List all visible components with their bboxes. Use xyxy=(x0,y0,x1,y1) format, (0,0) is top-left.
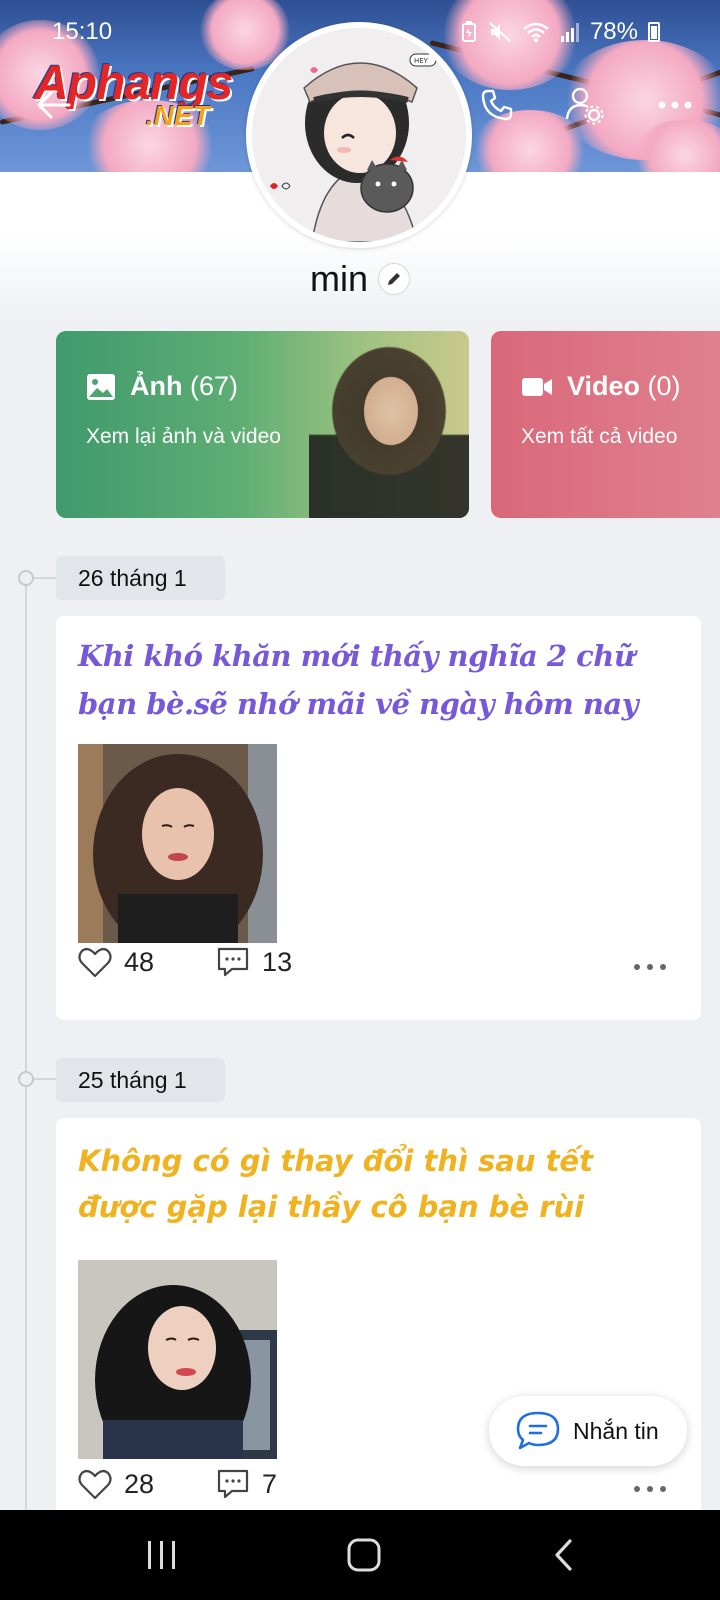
heart-icon xyxy=(78,947,112,978)
like-button[interactable]: 48 xyxy=(78,946,154,978)
comment-button[interactable]: 13 xyxy=(216,946,292,978)
recent-apps-button[interactable] xyxy=(132,1532,192,1578)
battery-saver-icon xyxy=(461,21,476,42)
recent-apps-icon xyxy=(148,1541,175,1569)
videos-label: Video xyxy=(567,371,641,401)
profile-avatar[interactable]: HEY xyxy=(246,22,472,248)
videos-subtitle: Xem tất cả video xyxy=(521,425,678,448)
wifi-icon xyxy=(523,22,549,42)
photos-label: Ảnh xyxy=(130,371,183,401)
back-button[interactable] xyxy=(30,82,76,128)
comment-button[interactable]: 7 xyxy=(216,1468,277,1500)
post-more-button[interactable] xyxy=(633,947,667,978)
post-more-button[interactable] xyxy=(633,1469,667,1500)
post-caption: Khi khó khăn mới thấy nghĩa 2 chữ bạn bè… xyxy=(78,639,639,721)
message-button[interactable]: Nhắn tin xyxy=(489,1396,687,1466)
more-dots-icon xyxy=(634,1485,666,1492)
chat-bubble-icon xyxy=(516,1411,560,1450)
battery-percent: 78% xyxy=(589,18,638,45)
user-settings-icon xyxy=(565,87,604,125)
avatar-illustration: HEY xyxy=(252,28,466,242)
battery-icon xyxy=(648,22,660,42)
timeline-dot xyxy=(18,570,34,586)
timeline-dot xyxy=(18,1071,34,1087)
post-photo[interactable] xyxy=(78,1260,277,1459)
status-time: 15:10 xyxy=(52,18,113,45)
post-date: 26 tháng 1 xyxy=(56,556,225,600)
post-actions: 48 13 xyxy=(78,942,679,982)
call-button[interactable] xyxy=(474,82,520,128)
post-card[interactable]: Khi khó khăn mới thấy nghĩa 2 chữ bạn bè… xyxy=(56,616,701,1020)
system-back-button[interactable] xyxy=(534,1532,594,1578)
profile-name-row: min xyxy=(0,258,720,300)
like-count: 48 xyxy=(124,946,155,977)
watermark-line2: .NET xyxy=(146,100,210,131)
photos-card[interactable]: Ảnh (67) Xem lại ảnh và video xyxy=(56,331,469,518)
home-icon xyxy=(347,1538,381,1572)
profile-name: min xyxy=(309,258,368,299)
like-button[interactable]: 28 xyxy=(78,1468,154,1500)
comment-icon xyxy=(217,947,249,977)
chevron-left-icon xyxy=(555,1539,572,1571)
video-camera-icon xyxy=(522,377,552,396)
videos-card[interactable]: Video (0) Xem tất cả video xyxy=(491,331,720,518)
comment-count: 7 xyxy=(262,1468,278,1499)
signal-icon xyxy=(560,23,579,42)
profile-settings-button[interactable] xyxy=(562,82,608,128)
timeline-connector xyxy=(34,1078,56,1080)
comment-count: 13 xyxy=(262,946,293,977)
selfie-photo-image xyxy=(78,744,277,943)
post-date: 25 tháng 1 xyxy=(56,1058,225,1102)
svg-text:HEY: HEY xyxy=(414,57,429,65)
pencil-icon xyxy=(388,273,400,285)
post-actions: 28 7 xyxy=(78,1464,679,1504)
phone-icon xyxy=(481,89,513,121)
selfie-photo-image xyxy=(78,1260,277,1459)
edit-name-button[interactable] xyxy=(378,263,410,295)
like-count: 28 xyxy=(124,1468,155,1499)
arrow-left-icon xyxy=(37,91,71,119)
photos-subtitle: Xem lại ảnh và video xyxy=(86,425,281,448)
image-icon xyxy=(87,373,115,400)
post-photo[interactable] xyxy=(78,744,277,943)
heart-icon xyxy=(78,1469,112,1500)
system-navigation-bar xyxy=(0,1510,720,1600)
home-button[interactable] xyxy=(334,1532,394,1578)
more-options-button[interactable] xyxy=(652,82,698,128)
comment-icon xyxy=(217,1469,249,1499)
more-dots-icon xyxy=(634,963,666,970)
post-card[interactable]: Không có gì thay đổi thì sau tết được gặ… xyxy=(56,1118,701,1538)
videos-count: (0) xyxy=(647,371,681,401)
timeline-connector xyxy=(34,577,56,579)
post-caption: Không có gì thay đổi thì sau tết được gặ… xyxy=(78,1144,593,1224)
mute-icon xyxy=(489,22,511,42)
message-button-label: Nhắn tin xyxy=(573,1417,659,1444)
more-dots-icon xyxy=(658,101,692,109)
timeline-line xyxy=(25,578,27,1518)
photos-card-thumbnail xyxy=(309,331,469,518)
photos-count: (67) xyxy=(190,371,239,401)
